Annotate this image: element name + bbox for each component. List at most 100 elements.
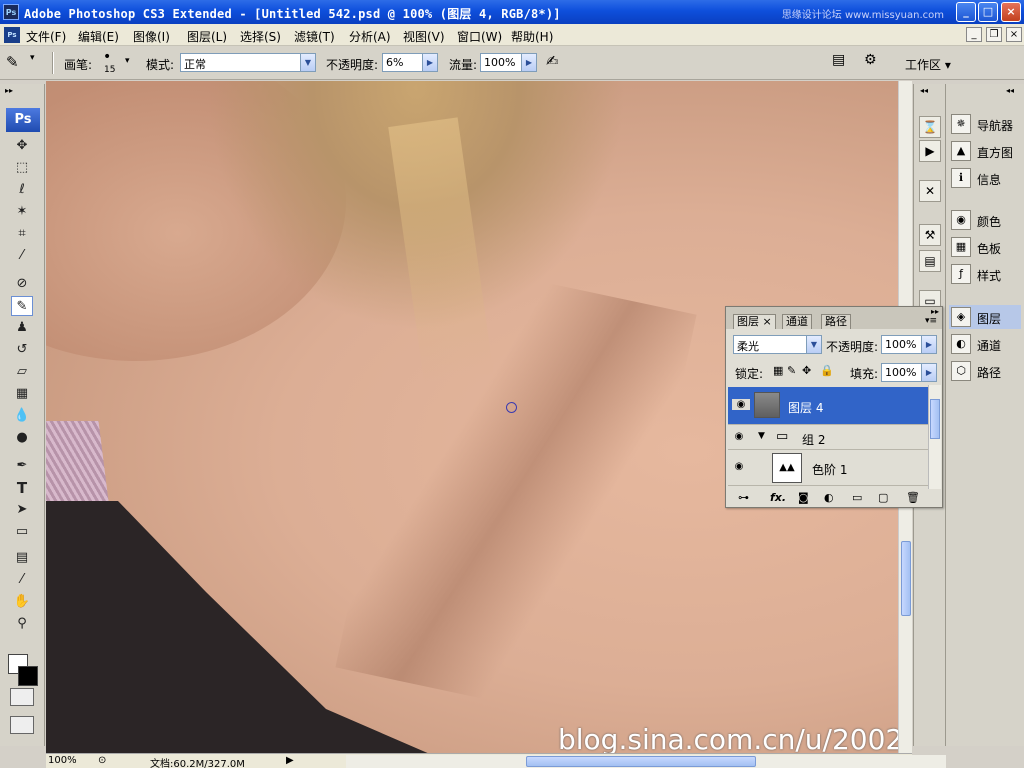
mode-select[interactable]: 正常 ▼ xyxy=(180,53,316,72)
history-brush-tool-icon[interactable]: ↺ xyxy=(11,340,33,360)
lock-position-icon[interactable]: ✥ xyxy=(802,364,811,377)
group-expand-icon[interactable]: ▼ xyxy=(758,431,765,441)
workspace-menu[interactable]: 工作区 ▾ xyxy=(905,56,951,73)
menu-analysis[interactable]: 分析(A) xyxy=(349,28,391,45)
clone-source-panel-icon[interactable]: ▤ xyxy=(919,250,941,272)
tab-channels[interactable]: 通道 xyxy=(782,314,812,329)
doc-restore-button[interactable]: ❐ xyxy=(986,27,1002,42)
maximize-button[interactable]: □ xyxy=(978,2,998,22)
hand-tool-icon[interactable]: ✋ xyxy=(11,592,33,612)
quick-mask-icon[interactable] xyxy=(10,688,34,706)
brush-dropdown-icon[interactable]: ▾ xyxy=(125,56,130,66)
panel-menu-icon[interactable]: ▾≡ xyxy=(925,316,937,326)
blend-mode-select[interactable]: 柔光 ▼ xyxy=(733,335,822,354)
lock-pixels-icon[interactable]: ✎ xyxy=(787,364,796,377)
tab-layers[interactable]: 图层 × xyxy=(733,314,776,329)
dock-swatches[interactable]: ▦ 色板 xyxy=(949,235,1021,259)
clone-stamp-tool-icon[interactable]: ♟ xyxy=(11,318,33,338)
panel-collapse-icon[interactable]: ▸▸ xyxy=(931,307,939,316)
eraser-tool-icon[interactable]: ▱ xyxy=(11,362,33,382)
tool-preset-dropdown-icon[interactable]: ▾ xyxy=(30,53,35,63)
tool-presets-panel-icon[interactable]: ✕ xyxy=(919,180,941,202)
background-color-swatch[interactable] xyxy=(18,666,38,686)
collapse-toolbox-icon[interactable]: ▸▸ xyxy=(5,86,13,95)
crop-tool-icon[interactable]: ⌗ xyxy=(11,224,33,244)
lasso-tool-icon[interactable]: ℓ xyxy=(11,180,33,200)
brush-tool-icon[interactable]: ✎ xyxy=(6,53,19,71)
menu-image[interactable]: 图像(I) xyxy=(133,28,170,45)
dock-layers[interactable]: ◈ 图层 xyxy=(949,305,1021,329)
new-layer-icon[interactable]: ▢ xyxy=(878,491,888,504)
menu-file[interactable]: 文件(F) xyxy=(26,28,66,45)
chevron-right-icon[interactable]: ▶ xyxy=(921,336,936,353)
dock-navigator[interactable]: ✵ 导航器 xyxy=(949,112,1021,136)
color-sampler-tool-icon[interactable]: ⁄ xyxy=(11,570,33,590)
adjustment-icon[interactable]: ◐ xyxy=(824,491,834,504)
minimize-button[interactable]: _ xyxy=(956,2,976,22)
dock-histogram[interactable]: ▲ 直方图 xyxy=(949,139,1021,163)
dock-paths[interactable]: ⬡ 路径 xyxy=(949,359,1021,383)
brush-tool-icon[interactable]: ✎ xyxy=(11,296,33,316)
dodge-tool-icon[interactable]: ● xyxy=(11,428,33,448)
lock-transparency-icon[interactable]: ▦ xyxy=(773,364,783,377)
close-button[interactable]: × xyxy=(1001,2,1021,22)
healing-brush-tool-icon[interactable]: ⊘ xyxy=(11,274,33,294)
status-menu-icon[interactable]: ⊙ xyxy=(98,755,106,766)
pen-tool-icon[interactable]: ✒ xyxy=(11,456,33,476)
palette-well-icon[interactable]: ▤ xyxy=(832,52,845,68)
doc-close-button[interactable]: × xyxy=(1006,27,1022,42)
history-panel-icon[interactable]: ⌛ xyxy=(919,116,941,138)
layers-scrollbar[interactable] xyxy=(928,385,941,489)
brushes-panel-icon[interactable]: ⚒ xyxy=(919,224,941,246)
notes-tool-icon[interactable]: ▤ xyxy=(11,548,33,568)
tab-paths[interactable]: 路径 xyxy=(821,314,851,329)
layer-row-levels1[interactable]: ◉ ▲▲ 色阶 1 xyxy=(728,450,928,486)
type-tool-icon[interactable]: T xyxy=(11,478,33,498)
link-icon[interactable]: ⊶ xyxy=(738,491,749,504)
menu-layer[interactable]: 图层(L) xyxy=(187,28,227,45)
trash-icon[interactable]: 🗑 xyxy=(906,491,920,504)
brush-preview-icon[interactable]: • xyxy=(103,49,111,65)
dock-color[interactable]: ◉ 颜色 xyxy=(949,208,1021,232)
collapse-dock-icon[interactable]: ◂◂ xyxy=(920,86,928,95)
chevron-right-icon[interactable]: ▶ xyxy=(422,54,437,71)
screen-mode-icon[interactable] xyxy=(10,716,34,734)
menu-select[interactable]: 选择(S) xyxy=(240,28,281,45)
menu-edit[interactable]: 编辑(E) xyxy=(78,28,119,45)
opacity-field[interactable]: 6% ▶ xyxy=(382,53,438,72)
chevron-right-icon[interactable]: ▶ xyxy=(521,54,536,71)
actions-panel-icon[interactable]: ▶ xyxy=(919,140,941,162)
dock-channels[interactable]: ◐ 通道 xyxy=(949,332,1021,356)
blur-tool-icon[interactable]: 💧 xyxy=(11,406,33,426)
mask-icon[interactable]: ◙ xyxy=(798,491,809,504)
menu-window[interactable]: 窗口(W) xyxy=(457,28,502,45)
eye-icon[interactable]: ◉ xyxy=(732,399,750,410)
menu-help[interactable]: 帮助(H) xyxy=(511,28,553,45)
menu-view[interactable]: 视图(V) xyxy=(403,28,445,45)
document-icon[interactable]: Ps xyxy=(4,27,20,43)
layers-scroll-thumb[interactable] xyxy=(930,399,940,439)
flow-field[interactable]: 100% ▶ xyxy=(480,53,537,72)
menu-filter[interactable]: 滤镜(T) xyxy=(294,28,335,45)
magic-wand-tool-icon[interactable]: ✶ xyxy=(11,202,33,222)
dock-styles[interactable]: ƒ 样式 xyxy=(949,262,1021,286)
dock-info[interactable]: ℹ 信息 xyxy=(949,166,1021,190)
fill-field[interactable]: 100% ▶ xyxy=(881,363,937,382)
move-tool-icon[interactable]: ✥ xyxy=(11,136,33,156)
eye-icon[interactable]: ◉ xyxy=(732,461,746,472)
airbrush-icon[interactable]: ✍ xyxy=(546,52,559,70)
chevron-down-icon[interactable]: ▼ xyxy=(806,336,821,353)
chevron-down-icon[interactable]: ▼ xyxy=(300,54,315,71)
path-selection-tool-icon[interactable]: ➤ xyxy=(11,500,33,520)
zoom-tool-icon[interactable]: ⚲ xyxy=(11,614,33,634)
fx-icon[interactable]: fx. xyxy=(770,491,786,504)
shape-tool-icon[interactable]: ▭ xyxy=(11,522,33,542)
group-icon[interactable]: ▭ xyxy=(852,491,862,504)
doc-minimize-button[interactable]: _ xyxy=(966,27,982,42)
expand-dock-icon[interactable]: ◂◂ xyxy=(1006,86,1014,95)
ps-badge[interactable]: Ps xyxy=(6,108,40,132)
zoom-level[interactable]: 100% xyxy=(48,755,77,766)
bridge-icon[interactable]: ⚙ xyxy=(864,52,877,68)
layer-row-layer4[interactable]: ◉ 图层 4 xyxy=(728,387,928,425)
chevron-right-icon[interactable]: ▶ xyxy=(921,364,936,381)
